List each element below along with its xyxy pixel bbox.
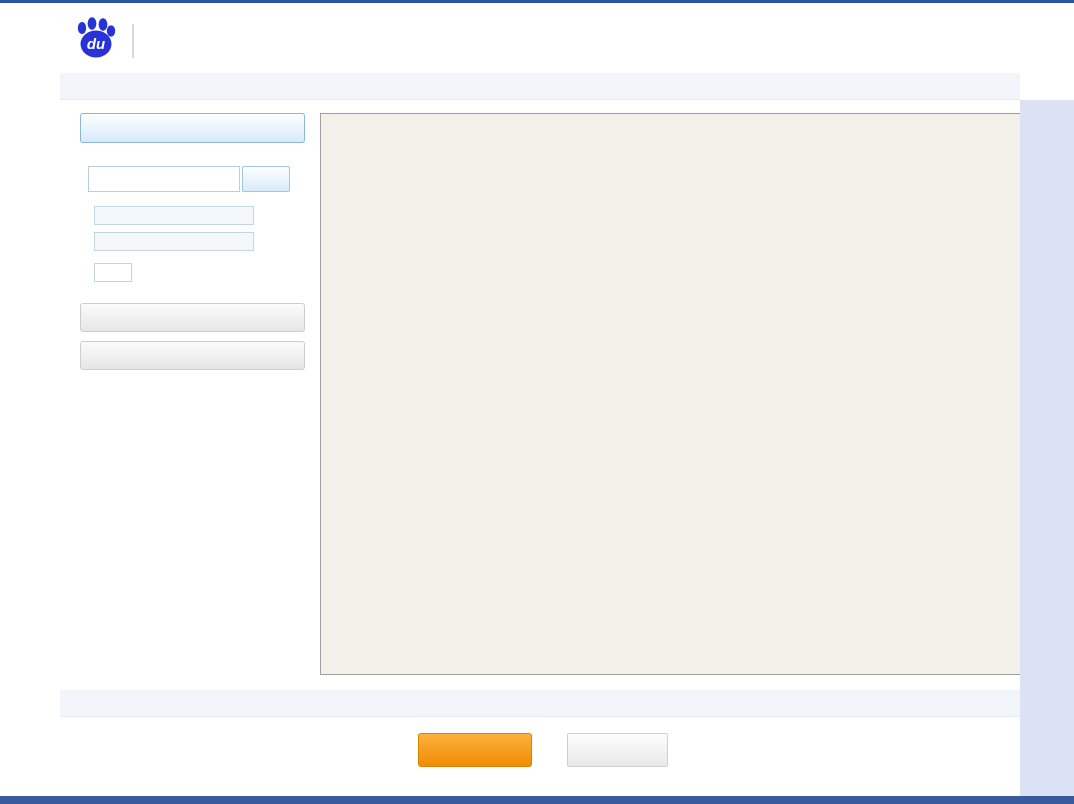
search-button[interactable] [242,166,290,192]
baidu-map[interactable] [321,114,1021,674]
app-header: du [0,3,1074,73]
panel-locate-center-header[interactable] [80,113,305,143]
baidu-map-api-logo: du [70,15,1074,66]
page: du [0,0,1074,804]
svg-text:du: du [87,36,105,53]
x-coordinate-input[interactable] [94,206,254,225]
bottom-accent-bar [0,796,1074,804]
actions-row [60,717,1020,773]
y-coordinate-input[interactable] [94,232,254,251]
logo-divider [132,24,134,58]
panel-map-settings-header[interactable] [80,303,305,332]
panel-add-marker-header[interactable] [80,341,305,370]
baidu-paw-icon: du [72,15,118,66]
map-level-input[interactable] [94,263,132,282]
preview-button[interactable] [567,733,668,767]
panel1-body [80,143,305,294]
step2-header [60,690,1020,717]
get-code-button[interactable] [418,733,532,767]
sidebar [80,113,305,675]
map-canvas[interactable] [320,113,1022,675]
step1-header [60,73,1020,100]
place-search-input[interactable] [88,166,240,192]
page-background-strip [1020,100,1074,796]
